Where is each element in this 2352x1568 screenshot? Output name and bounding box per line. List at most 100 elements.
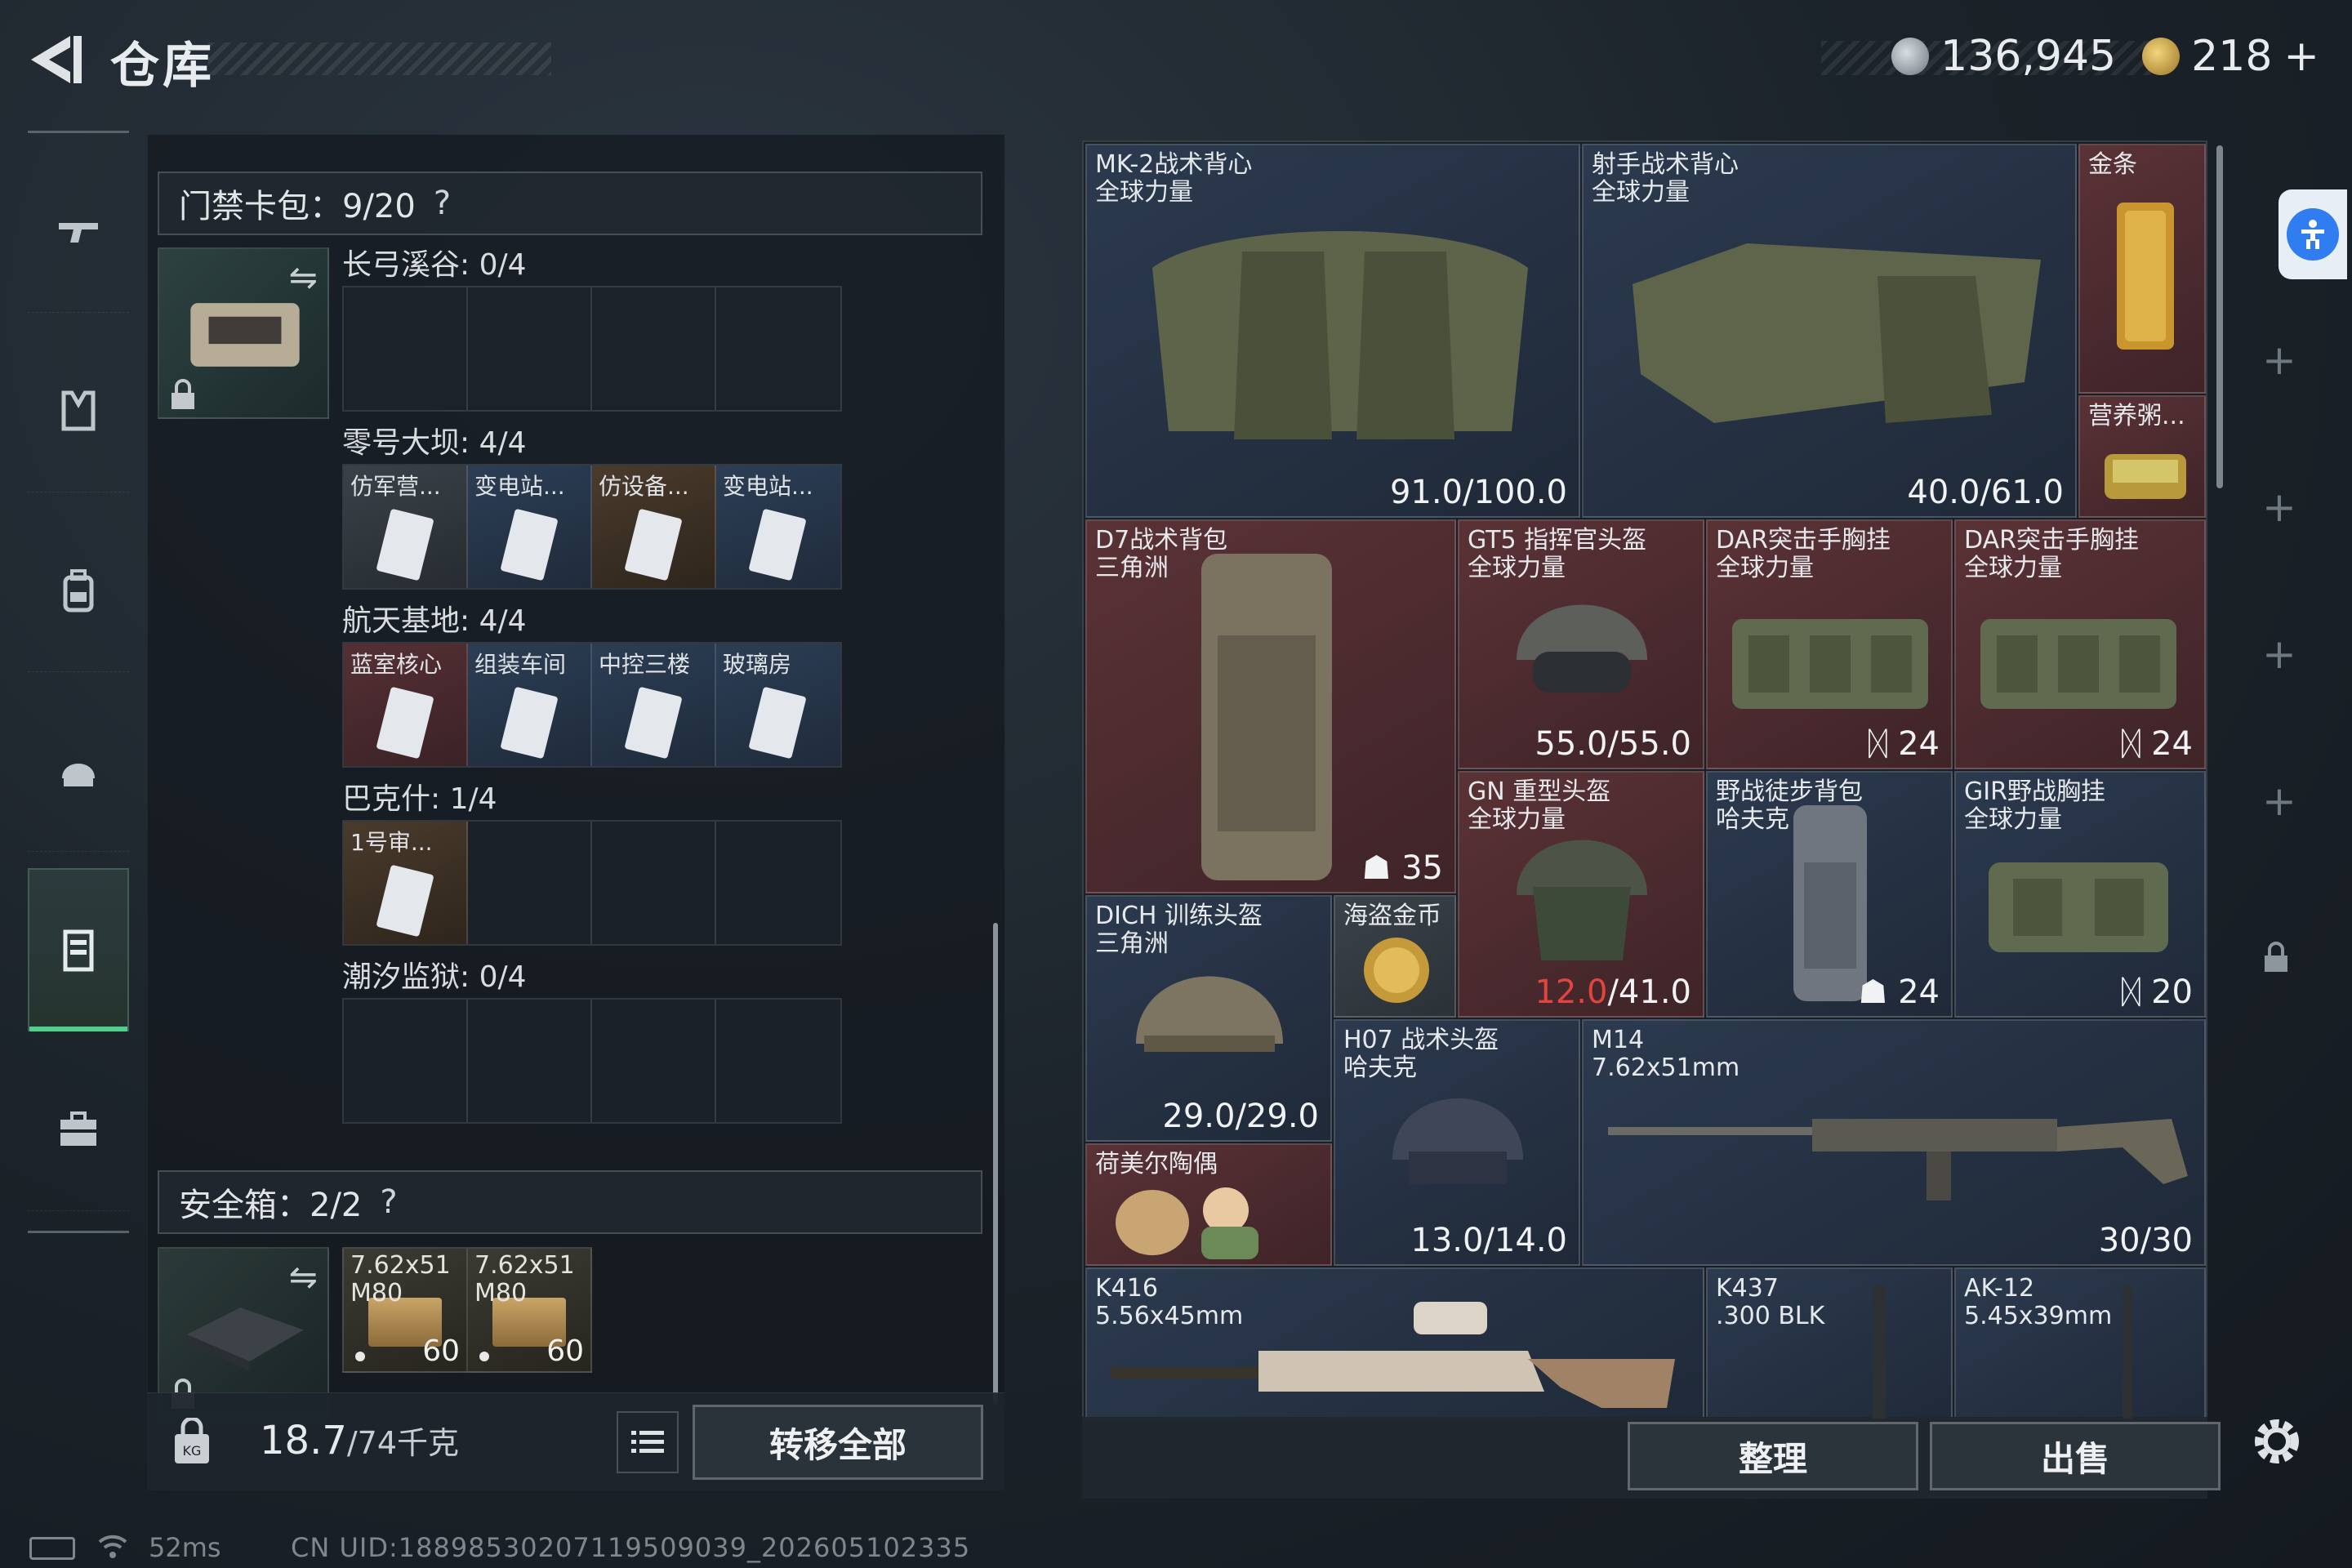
- stash-item-dar-chest-rig[interactable]: DAR突击手胸挂 全球力量 ᛞ 24: [1706, 519, 1953, 769]
- battery-icon: [29, 1537, 75, 1560]
- keycard-name: 仿设备...: [599, 473, 689, 500]
- item-name: GN 重型头盔: [1468, 777, 1611, 806]
- nav-weapons[interactable]: [28, 149, 129, 313]
- locker-icon: [63, 929, 94, 972]
- stash-item-h07-helmet[interactable]: H07 战术头盔 哈夫克 13.0/14.0: [1334, 1019, 1580, 1266]
- accessibility-button[interactable]: [2278, 189, 2347, 279]
- stash-item-pirate-coin[interactable]: 海盗金币: [1334, 895, 1456, 1018]
- keycard-case-image: [190, 303, 300, 367]
- keycard-slot[interactable]: 仿军营...: [344, 466, 468, 588]
- weight-icon: KG: [175, 1418, 209, 1463]
- stash-item-marksman-vest[interactable]: 射手战术背心 全球力量 40.0/61.0: [1582, 144, 2077, 518]
- stash-item-k416-rifle[interactable]: K416 5.56x45mm: [1085, 1267, 1704, 1419]
- stash-item-gt5-helmet[interactable]: GT5 指挥官头盔 全球力量 55.0/55.0: [1458, 519, 1704, 769]
- stash-item-mk2-vest[interactable]: MK-2战术背心 全球力量 91.0/100.0: [1085, 144, 1580, 518]
- container-footer: KG 18.7/74千克 转移全部: [147, 1392, 1004, 1490]
- item-name: DAR突击手胸挂: [1716, 526, 1891, 555]
- stash-item-m14-rifle[interactable]: M14 7.62x51mm 30/30: [1582, 1019, 2206, 1266]
- stash-scrollbar[interactable]: [2216, 145, 2223, 488]
- keycard-case-thumbnail[interactable]: ⇋: [158, 247, 329, 419]
- sort-button[interactable]: 整理: [1628, 1422, 1918, 1490]
- stash-item-hummel-figurine[interactable]: 荷美尔陶偶: [1085, 1143, 1332, 1266]
- item-faction: 全球力量: [1468, 554, 1566, 582]
- keycard-icon: [625, 687, 682, 759]
- nav-armor[interactable]: [28, 329, 129, 492]
- item-durability: 12.0/41.0: [1535, 973, 1691, 1011]
- vest-icon: [61, 390, 96, 430]
- keycard-slot[interactable]: 蓝室核心: [344, 644, 468, 766]
- keycard-slot-empty[interactable]: [716, 287, 840, 410]
- item-caliber: .300 BLK: [1716, 1302, 1825, 1330]
- keycard-name: 仿军营...: [350, 473, 441, 500]
- keycard-slot-empty[interactable]: [468, 822, 592, 944]
- keycard-slot-empty[interactable]: [592, 287, 716, 410]
- stash-item-dich-helmet[interactable]: DICH 训练头盔 三角洲 29.0/29.0: [1085, 895, 1332, 1142]
- keycard-slot-empty[interactable]: [468, 1000, 592, 1122]
- add-currency-button[interactable]: +: [2283, 32, 2319, 81]
- keycard-slot-empty[interactable]: [592, 822, 716, 944]
- nav-storage[interactable]: [28, 868, 129, 1031]
- keycard-slot-empty[interactable]: [716, 1000, 840, 1122]
- chest-rig-capacity-icon: ᛞ: [2121, 973, 2152, 1011]
- stash-item-gn-heavy-helmet[interactable]: GN 重型头盔 全球力量 12.0/41.0: [1458, 771, 1704, 1018]
- item-faction: 全球力量: [1716, 554, 1814, 582]
- settings-gear-icon[interactable]: [2244, 1409, 2310, 1474]
- stash-item-ak12-rifle[interactable]: AK-12 5.45x39mm: [1954, 1267, 2206, 1419]
- ammo-slot[interactable]: 7.62x51 M80 60: [466, 1247, 592, 1373]
- nav-briefcase[interactable]: [28, 1048, 129, 1211]
- keycard-slot-empty[interactable]: [716, 822, 840, 944]
- item-faction: 全球力量: [1964, 805, 2062, 834]
- chest-rig-capacity-icon: ᛞ: [1868, 725, 1899, 763]
- keycard-slot[interactable]: 变电站...: [468, 466, 592, 588]
- keycard-help-button[interactable]: ?: [434, 185, 451, 222]
- backpack-capacity-icon: ☗: [1361, 849, 1402, 887]
- add-stash-page-button[interactable]: +: [2262, 483, 2296, 531]
- backpack-image: [1201, 554, 1332, 880]
- stash-item-dar-chest-rig[interactable]: DAR突击手胸挂 全球力量 ᛞ 24: [1954, 519, 2206, 769]
- chest-rig-image: [1989, 862, 2168, 952]
- transfer-all-button[interactable]: 转移全部: [693, 1405, 983, 1480]
- figurine-image: [1116, 1187, 1258, 1259]
- swap-icon[interactable]: ⇋: [289, 257, 318, 297]
- keycard-slot[interactable]: 1号审...: [344, 822, 468, 944]
- stash-item-porridge-tin[interactable]: 营养粥...: [2078, 395, 2206, 518]
- container-scrollbar[interactable]: [993, 923, 998, 1405]
- keycard-slot[interactable]: 中控三楼: [592, 644, 716, 766]
- item-name: D7战术背包: [1095, 526, 1228, 555]
- keycard-icon: [376, 509, 434, 581]
- keycard-slot[interactable]: 仿设备...: [592, 466, 716, 588]
- nav-helmet[interactable]: [28, 688, 129, 852]
- keycard-slot-empty[interactable]: [344, 287, 468, 410]
- keycard-slot[interactable]: 玻璃房: [716, 644, 840, 766]
- stash-item-hiking-backpack[interactable]: 野战徒步背包 哈夫克 ☗ 24: [1706, 771, 1953, 1018]
- add-stash-page-button[interactable]: +: [2262, 630, 2296, 678]
- add-stash-page-button[interactable]: +: [2262, 777, 2296, 825]
- keycard-slots-space-base: 蓝室核心 组装车间 中控三楼 玻璃房: [342, 642, 842, 768]
- ammo-count: 60: [546, 1334, 584, 1368]
- helmet-icon: [62, 763, 95, 786]
- stash-item-gold-bar[interactable]: 金条: [2078, 144, 2206, 394]
- ammo-slot[interactable]: 7.62x51 M80 60: [342, 1247, 468, 1373]
- stash-item-d7-backpack[interactable]: D7战术背包 三角洲 ☗ 35: [1085, 519, 1456, 893]
- item-name: 海盗金币: [1343, 902, 1441, 930]
- sell-button[interactable]: 出售: [1930, 1422, 2221, 1490]
- map-label-bakhsh: 巴克什: 1/4: [342, 782, 497, 816]
- list-view-button[interactable]: [617, 1411, 679, 1473]
- stash-item-k437-rifle[interactable]: K437 .300 BLK: [1706, 1267, 1953, 1419]
- keycard-slot-empty[interactable]: [468, 287, 592, 410]
- keycard-slot[interactable]: 组装车间: [468, 644, 592, 766]
- stash-item-gir-chest-rig[interactable]: GIR野战胸挂 全球力量 ᛞ 20: [1954, 771, 2206, 1018]
- add-stash-page-button[interactable]: +: [2262, 336, 2296, 384]
- page-title: 仓库: [110, 38, 215, 95]
- keycard-slot-empty[interactable]: [344, 1000, 468, 1122]
- nav-backpack[interactable]: [28, 509, 129, 672]
- title-decoration: [208, 42, 551, 75]
- chest-rig-image: [1732, 619, 1928, 709]
- coin-image: [1364, 938, 1429, 1003]
- back-button[interactable]: [24, 31, 90, 88]
- keycard-slot-empty[interactable]: [592, 1000, 716, 1122]
- tin-can-image: [2105, 454, 2186, 499]
- safe-box-help-button[interactable]: ?: [380, 1183, 397, 1221]
- keycard-slot[interactable]: 变电站...: [716, 466, 840, 588]
- item-capacity-value: 24: [2151, 725, 2193, 763]
